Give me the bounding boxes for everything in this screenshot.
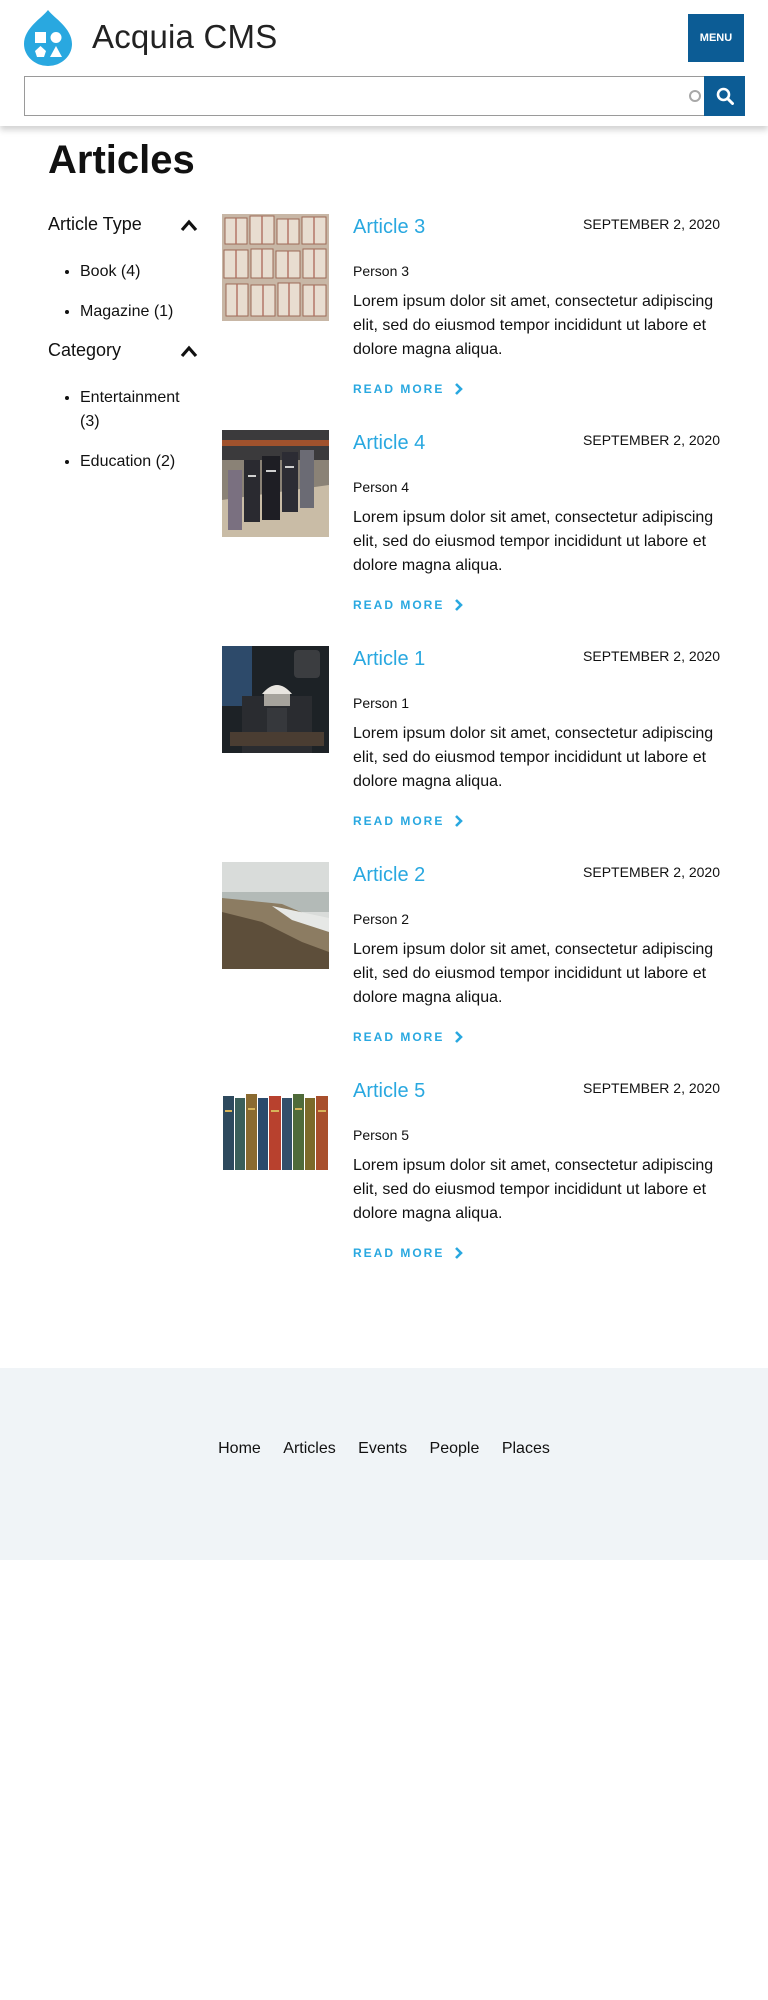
menu-button[interactable]: MENU [688,14,744,62]
chevron-right-icon [455,1031,464,1043]
article-title-link[interactable]: Article 3 [353,216,425,239]
read-more-link[interactable]: READ MORE [353,1246,464,1260]
read-more-link[interactable]: READ MORE [353,598,464,612]
facet-article-type-title[interactable]: Article Type [48,214,200,235]
facet-category-title[interactable]: Category [48,340,200,361]
footer-nav: Home Articles Events People Places [0,1440,768,1458]
page-title: Articles [48,138,195,182]
article-date: SEPTEMBER 2, 2020 [583,648,720,664]
article-card: Article 4 SEPTEMBER 2, 2020 Person 4 Lor… [222,430,722,630]
chevron-right-icon [455,383,464,395]
article-summary: Lorem ipsum dolor sit amet, consectetur … [353,293,714,358]
read-more-label: READ MORE [353,1246,445,1260]
article-image[interactable] [222,646,329,753]
site-name[interactable]: Acquia CMS [92,18,277,56]
article-title-link[interactable]: Article 1 [353,648,425,671]
facet-category-list: Entertainment (3) Education (2) [60,386,190,490]
search-input[interactable] [24,76,705,116]
article-author: Person 2 [353,911,410,927]
read-more-label: READ MORE [353,382,445,396]
search-icon [716,87,734,105]
article-image[interactable] [222,430,329,537]
facet-article-type-list: Book (4) Magazine (1) [60,260,190,340]
chevron-up-icon[interactable] [180,218,198,232]
article-summary: Lorem ipsum dolor sit amet, consectetur … [353,725,714,790]
article-title-link[interactable]: Article 2 [353,864,425,887]
chevron-right-icon [455,1247,464,1259]
article-date: SEPTEMBER 2, 2020 [583,1080,720,1096]
article-title-link[interactable]: Article 4 [353,432,425,455]
article-author: Person 5 [353,1127,410,1143]
article-card: Article 5 SEPTEMBER 2, 2020 Person 5 Lor… [222,1078,722,1278]
chevron-right-icon [455,815,464,827]
article-date: SEPTEMBER 2, 2020 [583,216,720,232]
footer-link-home[interactable]: Home [218,1440,261,1458]
footer-link-articles[interactable]: Articles [283,1440,335,1458]
read-more-link[interactable]: READ MORE [353,1030,464,1044]
search-button[interactable] [704,76,745,116]
acquia-logo-icon[interactable] [24,10,72,66]
site-header: Acquia CMS MENU [0,0,768,126]
read-more-label: READ MORE [353,598,445,612]
footer-link-people[interactable]: People [430,1440,480,1458]
article-summary: Lorem ipsum dolor sit amet, consectetur … [353,941,714,1006]
facet-item-entertainment[interactable]: Entertainment (3) [80,386,190,434]
site-footer: Home Articles Events People Places [0,1368,768,1560]
article-card: Article 1 SEPTEMBER 2, 2020 Person 1 Lor… [222,646,722,846]
facet-item-book[interactable]: Book (4) [80,260,190,284]
read-more-link[interactable]: READ MORE [353,382,464,396]
chevron-right-icon [455,599,464,611]
article-card: Article 2 SEPTEMBER 2, 2020 Person 2 Lor… [222,862,722,1062]
chevron-up-icon[interactable] [180,344,198,358]
article-card: Article 3 SEPTEMBER 2, 2020 Person 3 Lor… [222,214,722,414]
article-summary: Lorem ipsum dolor sit amet, consectetur … [353,1157,714,1222]
article-summary: Lorem ipsum dolor sit amet, consectetur … [353,509,714,574]
article-author: Person 4 [353,479,410,495]
loading-spinner-icon [689,90,701,102]
facet-item-magazine[interactable]: Magazine (1) [80,300,190,324]
read-more-label: READ MORE [353,814,445,828]
article-date: SEPTEMBER 2, 2020 [583,432,720,448]
read-more-label: READ MORE [353,1030,445,1044]
article-title-link[interactable]: Article 5 [353,1080,425,1103]
footer-link-places[interactable]: Places [502,1440,550,1458]
article-image[interactable] [222,214,329,321]
article-author: Person 3 [353,263,410,279]
facet-item-education[interactable]: Education (2) [80,450,190,474]
article-image[interactable] [222,862,329,969]
article-author: Person 1 [353,695,410,711]
read-more-link[interactable]: READ MORE [353,814,464,828]
article-image[interactable] [222,1078,329,1185]
footer-link-events[interactable]: Events [358,1440,407,1458]
article-date: SEPTEMBER 2, 2020 [583,864,720,880]
